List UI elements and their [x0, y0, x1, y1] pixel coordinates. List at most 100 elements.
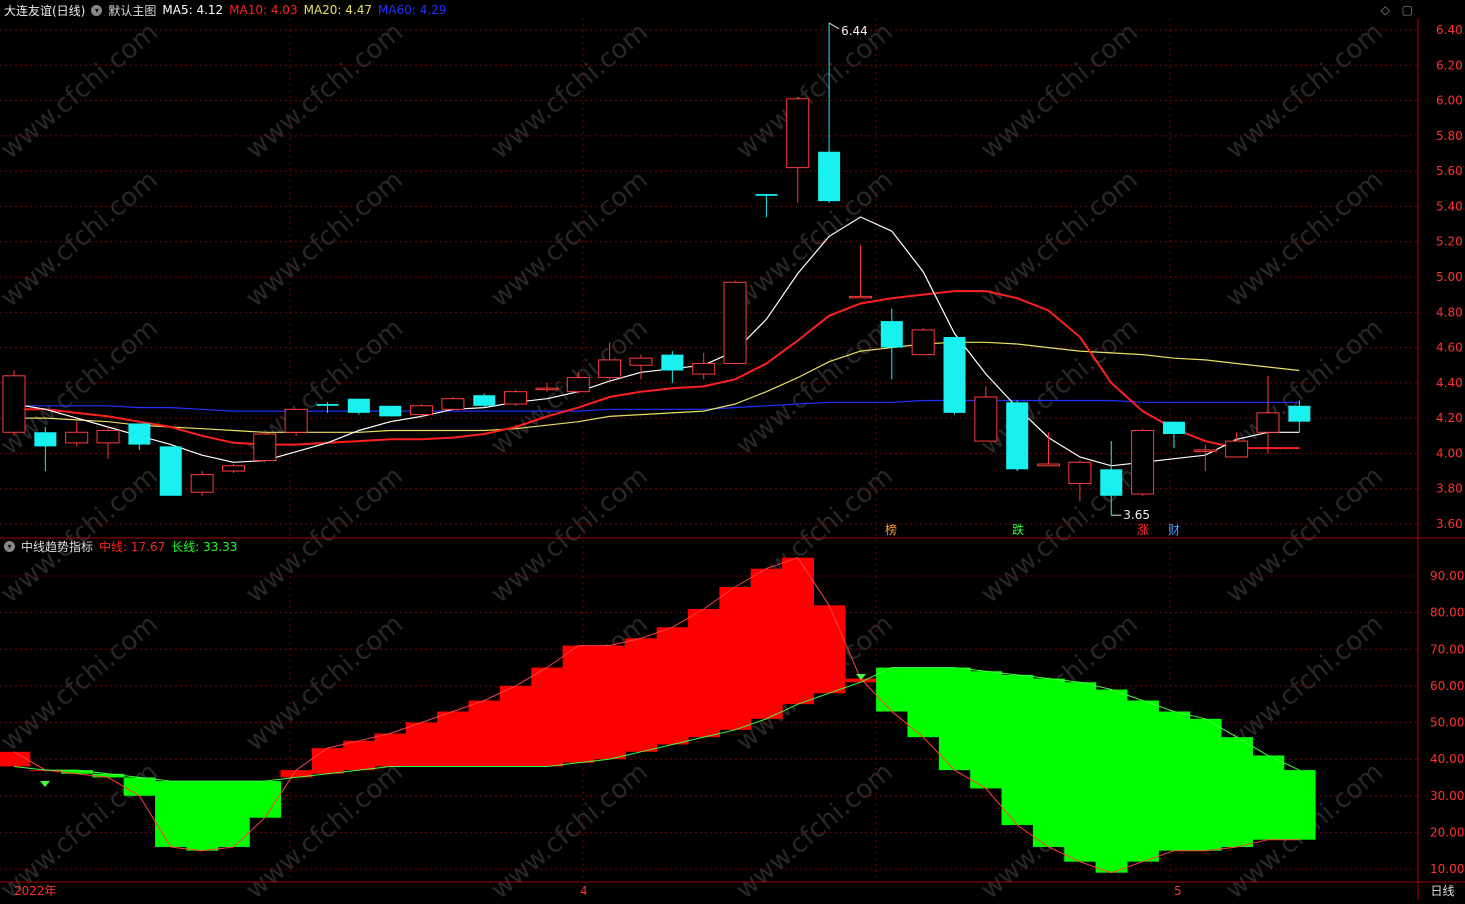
date-tick-label: 2022年	[14, 884, 57, 898]
indicator-bar-up	[311, 748, 344, 774]
diamond-icon[interactable]: ◇	[1381, 3, 1390, 17]
chart-canvas[interactable]: www.cfchi.com www.cfchi.com www.cfchi.com w…	[0, 0, 1465, 904]
ma20-value: MA20: 4.47	[303, 3, 373, 17]
high-label: 6.44	[841, 24, 868, 38]
price-tick-label: 6.40	[1436, 23, 1463, 37]
indicator-bar-up	[562, 645, 595, 763]
price-tick-label: 5.40	[1436, 199, 1463, 213]
candle-body	[410, 405, 434, 416]
indicator-bar-up	[593, 645, 626, 760]
candle-body	[504, 391, 528, 405]
indicator-tick-label: 60.00	[1430, 679, 1464, 693]
candle-body	[755, 194, 778, 196]
candle[interactable]	[943, 336, 966, 415]
ma60-value: MA60: 4.29	[378, 3, 447, 17]
event-marker[interactable]: 跌	[1012, 522, 1024, 537]
candle[interactable]	[347, 398, 370, 415]
candle-body	[786, 98, 810, 169]
event-marker[interactable]: 榜	[885, 522, 897, 537]
candle[interactable]	[379, 405, 402, 417]
period-button[interactable]: 日线	[1418, 882, 1465, 900]
indicator-bar-up	[468, 700, 501, 767]
price-tick-label: 4.00	[1436, 446, 1463, 460]
indicator-bar-up	[656, 627, 689, 745]
candle[interactable]	[473, 393, 496, 408]
indicator-bar-up	[499, 685, 532, 767]
candle-body	[284, 408, 308, 433]
ma10-value: MA10: 4.03	[229, 3, 298, 17]
indicator-bar-down	[907, 667, 940, 738]
candle[interactable]	[1006, 400, 1029, 472]
candle-body	[1131, 429, 1155, 495]
candle-body	[379, 405, 402, 417]
candle-body	[65, 431, 89, 444]
indicator-tick-label: 80.00	[1430, 606, 1464, 620]
candle-body	[253, 433, 277, 461]
candle-body	[943, 336, 966, 413]
event-marker[interactable]: 涨	[1137, 522, 1149, 537]
candle[interactable]	[1131, 428, 1155, 496]
candle[interactable]	[504, 389, 528, 406]
chevron-down-icon[interactable]: ▾	[91, 4, 103, 16]
indicator-tick-label: 40.00	[1430, 752, 1464, 766]
candle[interactable]	[221, 464, 245, 473]
indicator-bar-down	[186, 781, 219, 851]
candle[interactable]	[159, 446, 182, 496]
indicator-bar-up	[782, 557, 815, 705]
indicator-tick-label: 10.00	[1430, 862, 1464, 876]
chart-window[interactable]: www.cfchi.com www.cfchi.com www.cfchi.com w…	[0, 0, 1465, 904]
price-tick-label: 5.00	[1436, 270, 1463, 284]
price-tick-label: 5.80	[1436, 129, 1463, 143]
indicator-name[interactable]: 中线趋势指标	[21, 538, 93, 555]
candle[interactable]	[190, 471, 214, 496]
indicator-tick-label: 70.00	[1430, 642, 1464, 656]
candle[interactable]	[441, 396, 465, 412]
stock-title[interactable]: 大连友谊(日线)	[4, 2, 85, 19]
candle[interactable]	[911, 328, 935, 356]
candle-body	[598, 359, 622, 379]
price-tick-label: 4.80	[1436, 305, 1463, 319]
indicator-bar-up	[625, 638, 658, 752]
candle-body	[1037, 463, 1061, 467]
candle-body	[221, 465, 245, 472]
event-marker[interactable]: 财	[1168, 523, 1180, 537]
candle-body	[2, 375, 26, 433]
low-label: 3.65	[1123, 508, 1150, 522]
window-controls: ◇ ▢	[1373, 3, 1413, 17]
main-chart-label[interactable]: 默认主图	[108, 2, 156, 19]
price-tick-label: 6.20	[1436, 58, 1463, 72]
indicator-bar-down	[1001, 674, 1034, 826]
price-tick-label: 5.60	[1436, 164, 1463, 178]
indicator-bar-up	[531, 667, 564, 767]
price-tick-label: 5.20	[1436, 235, 1463, 249]
price-tick-label: 4.20	[1436, 411, 1463, 425]
restore-icon[interactable]: ▢	[1402, 3, 1413, 17]
candle-body	[1068, 461, 1092, 484]
indicator-tick-label: 50.00	[1430, 716, 1464, 730]
chevron-down-icon[interactable]: ▾	[4, 540, 15, 552]
price-tick-label: 4.40	[1436, 376, 1463, 390]
indicator-bar-down	[1283, 770, 1316, 840]
indicator-bar-up	[750, 568, 783, 719]
date-tick-label: 4	[580, 884, 588, 898]
price-tick-label: 3.80	[1436, 482, 1463, 496]
candle[interactable]	[2, 370, 26, 436]
candle-body	[629, 357, 653, 366]
candle-body	[347, 398, 370, 413]
candle-body	[96, 429, 120, 444]
candle-body	[535, 387, 559, 391]
date-tick-label: 5	[1174, 884, 1182, 898]
candle[interactable]	[284, 408, 308, 436]
candle[interactable]	[253, 432, 277, 463]
candle-body	[1100, 469, 1123, 496]
indicator-bar-down	[938, 667, 971, 771]
mid-line-value: 中线: 17.67	[99, 539, 166, 554]
indicator-bar-up	[374, 733, 407, 767]
indicator-tick-label: 90.00	[1430, 569, 1464, 583]
main-chart-header: 大连友谊(日线) ▾ 默认主图 MA5: 4.12 MA10: 4.03 MA2…	[4, 1, 452, 19]
indicator-bar-down	[1032, 678, 1065, 848]
indicator-bar-down	[1189, 718, 1222, 851]
indicator-bar-down	[970, 671, 1003, 789]
candle[interactable]	[723, 280, 747, 364]
indicator-bar-down	[1252, 755, 1285, 840]
